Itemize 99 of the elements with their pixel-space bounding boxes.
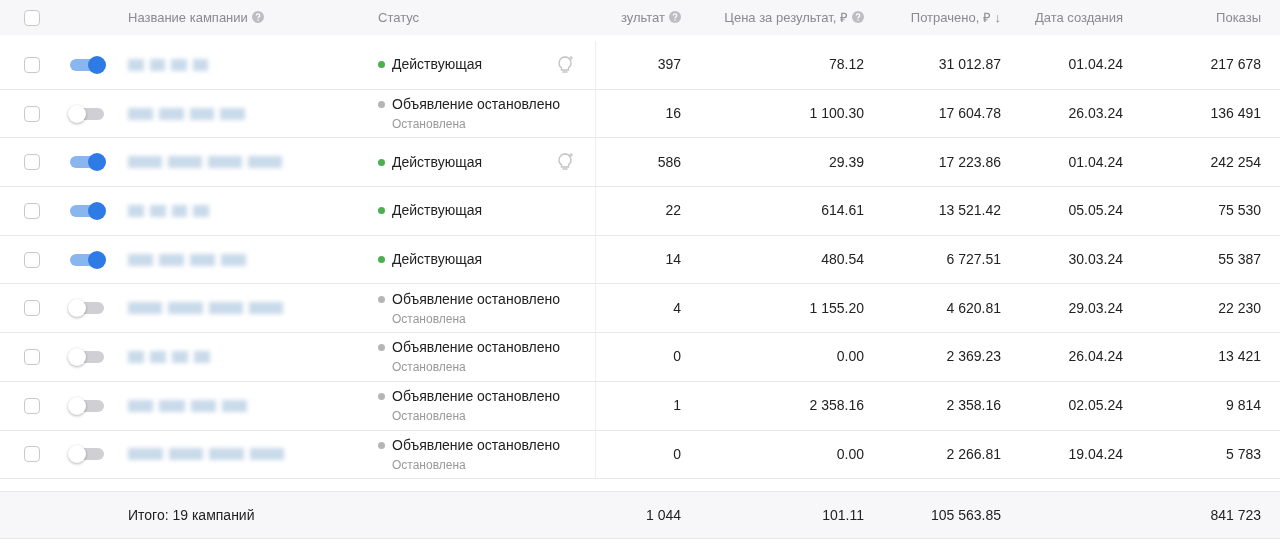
substatus-text: Остановлена <box>392 408 467 426</box>
table-cell: 9 814 <box>1225 397 1261 414</box>
lightbulb-icon[interactable] <box>557 152 575 173</box>
row-checkbox[interactable] <box>24 202 40 219</box>
table-cell: 02.05.24 <box>1068 397 1123 414</box>
total-cell: 105 563.85 <box>930 506 1001 523</box>
total-cell: 841 723 <box>1210 506 1261 523</box>
substatus-text: Остановлена <box>392 116 467 134</box>
table-cell: 30.03.24 <box>1068 251 1123 268</box>
status-text: Объявление остановлено <box>392 95 560 115</box>
status-dot <box>378 158 385 166</box>
status-dot <box>378 61 385 69</box>
table-cell: 0.00 <box>836 348 864 365</box>
substatus-text: Остановлена <box>392 359 467 377</box>
table-cell: 614.61 <box>821 202 864 219</box>
table-cell: 26.04.24 <box>1068 348 1123 365</box>
help-icon[interactable] <box>669 10 681 23</box>
table-cell: 0.00 <box>836 445 864 462</box>
lightbulb-icon[interactable] <box>557 54 575 75</box>
column-header[interactable]: зультат <box>620 9 665 25</box>
select-all-checkbox[interactable] <box>24 9 40 26</box>
row-checkbox[interactable] <box>24 105 40 122</box>
row-checkbox[interactable] <box>24 300 40 317</box>
toggle-switch[interactable] <box>70 253 104 266</box>
column-header[interactable]: Потрачено, ₽ ↓ <box>910 9 1001 25</box>
table-cell: 13 521.42 <box>938 202 1001 219</box>
table-cell: 05.05.24 <box>1068 202 1123 219</box>
total-cell: 1 044 <box>645 506 681 523</box>
status-text: Объявление остановлено <box>392 338 560 358</box>
status-text: Действующая <box>392 152 482 172</box>
toggle-switch[interactable] <box>70 156 104 169</box>
substatus-text: Остановлена <box>392 310 467 328</box>
table-cell: 1 100.30 <box>809 105 864 122</box>
status-dot <box>378 256 385 264</box>
table-cell: 17 604.78 <box>938 105 1001 122</box>
table-cell: 55 387 <box>1218 251 1261 268</box>
table-cell: 29.39 <box>828 153 864 170</box>
table-cell: 19.04.24 <box>1068 445 1123 462</box>
table-cell: 22 230 <box>1218 299 1261 316</box>
total-label: Итого: 19 кампаний <box>128 506 255 523</box>
table-cell: 480.54 <box>821 251 864 268</box>
table-cell: 2 358.16 <box>946 397 1001 414</box>
row-checkbox[interactable] <box>24 446 40 463</box>
row-checkbox[interactable] <box>24 56 40 73</box>
table-cell: 0 <box>673 445 681 462</box>
status-text: Объявление остановлено <box>392 435 560 455</box>
column-header[interactable]: Статус <box>378 9 420 25</box>
status-text: Действующая <box>392 250 482 270</box>
table-cell: 136 491 <box>1210 105 1261 122</box>
column-header[interactable]: Дата создания <box>1034 9 1123 25</box>
table-cell: 01.04.24 <box>1068 153 1123 170</box>
table-cell: 4 <box>673 299 681 316</box>
row-checkbox[interactable] <box>24 397 40 414</box>
table-cell: 2 266.81 <box>946 445 1001 462</box>
status-dot <box>378 344 385 352</box>
table-cell: 29.03.24 <box>1068 299 1123 316</box>
status-dot <box>378 207 385 215</box>
table-cell: 14 <box>665 251 681 268</box>
column-header[interactable]: Название кампании <box>128 9 248 25</box>
table-cell: 31 012.87 <box>938 56 1001 73</box>
status-dot <box>378 101 385 109</box>
table-cell: 217 678 <box>1210 56 1261 73</box>
column-header[interactable]: Показы <box>1216 9 1261 25</box>
row-checkbox[interactable] <box>24 348 40 365</box>
status-text: Объявление остановлено <box>392 289 560 309</box>
total-cell: 101.11 <box>822 506 864 523</box>
toggle-switch[interactable] <box>70 58 104 71</box>
help-icon[interactable] <box>251 10 264 23</box>
status-text: Действующая <box>392 55 482 75</box>
table-cell: 5 783 <box>1225 445 1261 462</box>
table-cell: 397 <box>657 56 681 73</box>
table-cell: 0 <box>673 348 681 365</box>
column-header[interactable]: Цена за результат, ₽ <box>724 9 848 25</box>
status-dot <box>378 295 385 303</box>
row-checkbox[interactable] <box>24 251 40 268</box>
table-cell: 242 254 <box>1210 153 1261 170</box>
table-cell: 22 <box>665 202 681 219</box>
substatus-text: Остановлена <box>392 456 467 474</box>
table-cell: 75 530 <box>1218 202 1261 219</box>
table-cell: 1 <box>673 397 681 414</box>
table-cell: 2 358.16 <box>809 397 864 414</box>
row-checkbox[interactable] <box>24 154 40 171</box>
table-cell: 17 223.86 <box>938 153 1001 170</box>
table-cell: 01.04.24 <box>1068 56 1123 73</box>
table-cell: 78.12 <box>828 56 864 73</box>
table-cell: 1 155.20 <box>809 299 864 316</box>
status-text: Объявление остановлено <box>392 387 560 407</box>
table-cell: 16 <box>665 105 681 122</box>
help-icon[interactable] <box>852 10 864 23</box>
table-cell: 13 421 <box>1218 348 1261 365</box>
table-cell: 4 620.81 <box>946 299 1001 316</box>
table-cell: 26.03.24 <box>1068 105 1123 122</box>
status-text: Действующая <box>392 201 482 221</box>
table-cell: 6 727.51 <box>946 251 1001 268</box>
table-cell: 2 369.23 <box>946 348 1001 365</box>
table-cell: 586 <box>657 153 681 170</box>
status-dot <box>378 393 385 401</box>
status-dot <box>378 441 385 449</box>
toggle-switch[interactable] <box>70 204 104 217</box>
